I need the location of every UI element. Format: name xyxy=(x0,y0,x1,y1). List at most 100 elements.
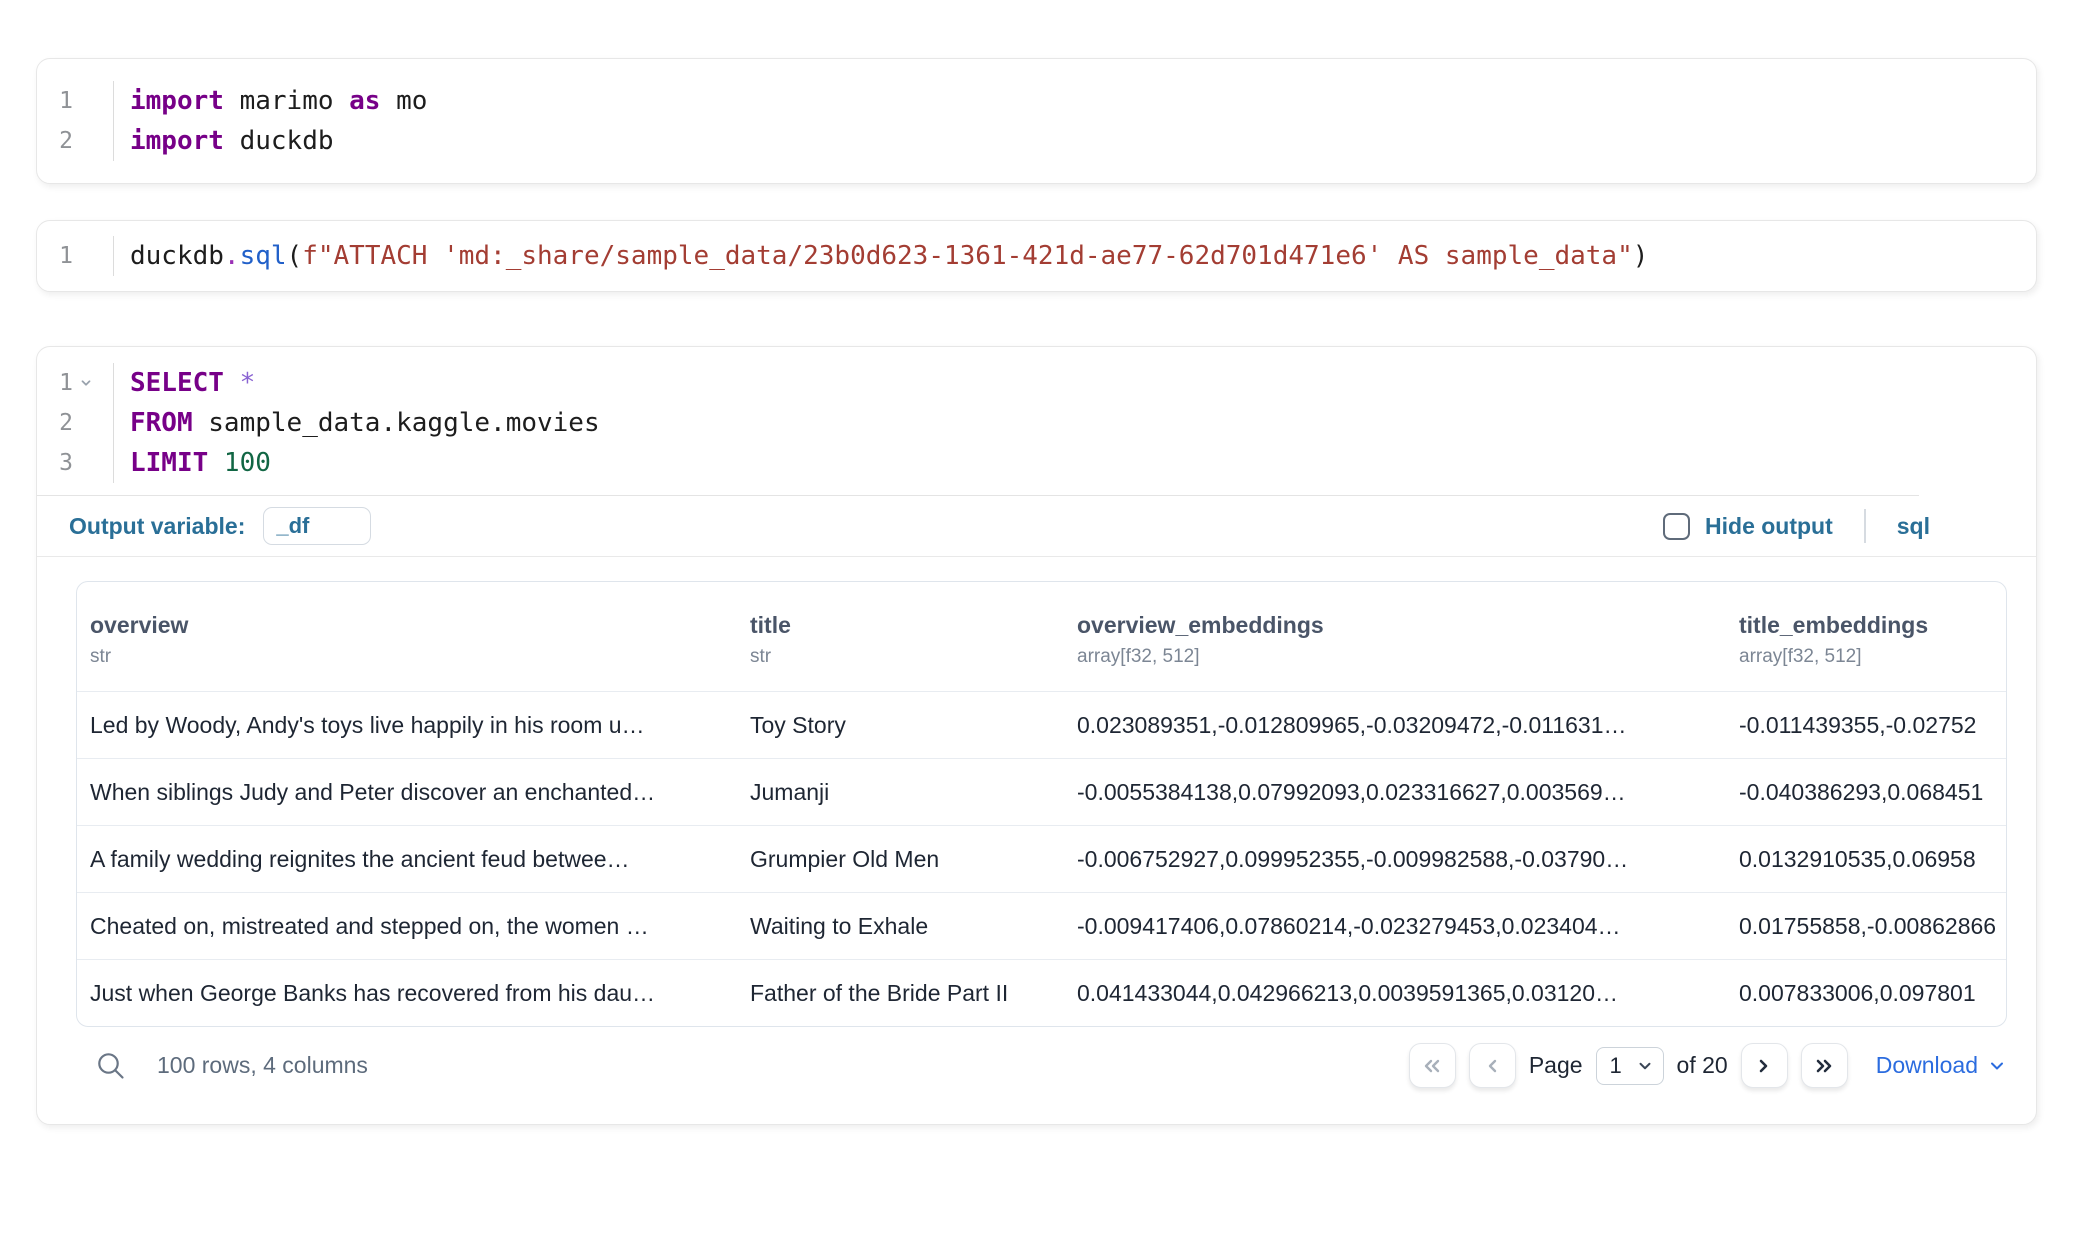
prev-page-button[interactable] xyxy=(1469,1043,1516,1088)
column-header-overview_embeddings[interactable]: overview_embeddingsarray[f32, 512] xyxy=(1077,610,1739,669)
table-status: 100 rows, 4 columns xyxy=(157,1052,368,1079)
page-total-label: of 20 xyxy=(1677,1052,1728,1079)
cell-overview_embeddings: -0.006752927,0.099952355,-0.009982588,-0… xyxy=(1077,846,1739,873)
chevron-right-icon xyxy=(1752,1054,1776,1078)
code-token: mo xyxy=(380,86,427,116)
line-number-gutter: 1 xyxy=(37,236,114,276)
first-page-button[interactable] xyxy=(1409,1043,1456,1088)
code-token: sample_data.kaggle.movies xyxy=(193,408,600,438)
cell-title: Jumanji xyxy=(750,779,1077,806)
line-number-gutter: 1 xyxy=(37,363,114,403)
column-name: overview_embeddings xyxy=(1077,610,1739,640)
code-line[interactable]: 1 import marimo as mo xyxy=(37,81,2036,121)
cell-title: Toy Story xyxy=(750,712,1077,739)
cell-title_embeddings: 0.007833006,0.097801 xyxy=(1739,980,2006,1007)
cell-overview: Just when George Banks has recovered fro… xyxy=(90,980,750,1007)
hide-output-checkbox[interactable] xyxy=(1663,513,1690,540)
line-number-gutter: 3 xyxy=(37,443,114,483)
line-number: 3 xyxy=(59,443,73,483)
line-number: 1 xyxy=(59,236,73,276)
cell-title_embeddings: -0.040386293,0.068451 xyxy=(1739,779,2006,806)
code-content: FROM sample_data.kaggle.movies xyxy=(114,403,600,443)
line-number-gutter: 2 xyxy=(37,121,114,161)
code-token: import xyxy=(130,126,224,156)
cell-imports: 1 import marimo as mo 2 import duckdb xyxy=(36,58,2037,184)
column-name: title xyxy=(750,610,1077,640)
code-token: as xyxy=(349,86,380,116)
cell-title_embeddings: -0.011439355,-0.02752 xyxy=(1739,712,2006,739)
marimo-notebook: { "colors": { "toolbar_accent": "#2a6f97… xyxy=(0,58,2086,1250)
code-token: SELECT xyxy=(130,368,224,398)
column-header-title_embeddings[interactable]: title_embeddings array[f32, 512] xyxy=(1739,610,2006,669)
column-dtype: str xyxy=(750,645,1077,669)
code-line[interactable]: 2 FROM sample_data.kaggle.movies xyxy=(37,403,2036,443)
cell-overview_embeddings: -0.0055384138,0.07992093,0.023316627,0.0… xyxy=(1077,779,1739,806)
code-token: marimo xyxy=(224,86,349,116)
download-button[interactable]: Download xyxy=(1876,1052,2007,1079)
table-row: Cheated on, mistreated and stepped on, t… xyxy=(77,892,2006,959)
cell-title_embeddings: 0.01755858,-0.00862866 xyxy=(1739,913,2006,940)
cell-overview: Led by Woody, Andy's toys live happily i… xyxy=(90,712,750,739)
line-number-gutter: 1 xyxy=(37,81,114,121)
chevron-down-icon xyxy=(1636,1057,1654,1075)
chevrons-left-icon xyxy=(1420,1054,1444,1078)
chevron-left-icon xyxy=(1480,1054,1504,1078)
table-row: Just when George Banks has recovered fro… xyxy=(77,959,2006,1026)
column-dtype: array[f32, 512] xyxy=(1739,645,2006,669)
hide-output-label[interactable]: Hide output xyxy=(1705,513,1833,540)
cell-output: overviewstrtitlestroverview_embeddingsar… xyxy=(37,557,2036,1124)
code-line[interactable]: 2 import duckdb xyxy=(37,121,2036,161)
column-name: title_embeddings xyxy=(1739,610,2006,640)
code-token: duckdb xyxy=(224,126,334,156)
fold-chevron-icon[interactable] xyxy=(73,376,99,390)
page-select[interactable]: 1 xyxy=(1596,1047,1664,1085)
line-number-gutter: 2 xyxy=(37,403,114,443)
last-page-button[interactable] xyxy=(1801,1043,1848,1088)
chevron-down-icon xyxy=(1987,1056,2007,1076)
code-line[interactable]: 1duckdb.sql(f"ATTACH 'md:_share/sample_d… xyxy=(37,236,2036,276)
code-token: ) xyxy=(1633,241,1649,271)
table-body: Led by Woody, Andy's toys live happily i… xyxy=(77,691,2006,1026)
code-token: import xyxy=(130,86,224,116)
code-token: sql xyxy=(240,241,287,271)
code-token: f"ATTACH 'md:_share/sample_data/23b0d623… xyxy=(302,241,1633,271)
column-dtype: str xyxy=(90,645,750,669)
code-line[interactable]: 1 SELECT * xyxy=(37,363,2036,403)
cell-overview: When siblings Judy and Peter discover an… xyxy=(90,779,750,806)
table-footer: 100 rows, 4 columns Page 1 xyxy=(76,1043,2007,1088)
code-editor-sql[interactable]: 1 SELECT * 2 FROM sample_data.kaggle.movies… xyxy=(37,347,2036,495)
cell-attach: 1duckdb.sql(f"ATTACH 'md:_share/sample_d… xyxy=(36,220,2037,292)
download-label: Download xyxy=(1876,1052,1978,1079)
column-header-title[interactable]: title str xyxy=(750,610,1077,669)
table-row: When siblings Judy and Peter discover an… xyxy=(77,758,2006,825)
page-select-value: 1 xyxy=(1610,1053,1622,1079)
output-variable-input[interactable] xyxy=(263,507,371,545)
cell-title: Father of the Bride Part II xyxy=(750,980,1077,1007)
cell-overview_embeddings: -0.009417406,0.07860214,-0.023279453,0.0… xyxy=(1077,913,1739,940)
cell-title: Waiting to Exhale xyxy=(750,913,1077,940)
output-variable-label: Output variable: xyxy=(69,513,245,540)
line-number: 1 xyxy=(59,81,73,121)
code-editor-attach[interactable]: 1duckdb.sql(f"ATTACH 'md:_share/sample_d… xyxy=(37,221,2036,291)
cell-overview: Cheated on, mistreated and stepped on, t… xyxy=(90,913,750,940)
code-token: duckdb xyxy=(130,241,224,271)
cell-overview_embeddings: 0.041433044,0.042966213,0.0039591365,0.0… xyxy=(1077,980,1739,1007)
code-token: * xyxy=(224,368,255,398)
cell-title: Grumpier Old Men xyxy=(750,846,1077,873)
table-row: A family wedding reignites the ancient f… xyxy=(77,825,2006,892)
code-content: import marimo as mo xyxy=(114,81,427,121)
column-header-overview[interactable]: overviewstr xyxy=(90,610,750,669)
code-line[interactable]: 3 LIMIT 100 xyxy=(37,443,2036,483)
page-label: Page xyxy=(1529,1052,1583,1079)
code-content: LIMIT 100 xyxy=(114,443,271,483)
language-badge[interactable]: sql xyxy=(1897,513,1930,540)
search-button[interactable] xyxy=(93,1048,129,1084)
line-number: 2 xyxy=(59,403,73,443)
table-row: Led by Woody, Andy's toys live happily i… xyxy=(77,691,2006,758)
next-page-button[interactable] xyxy=(1741,1043,1788,1088)
code-editor-imports[interactable]: 1 import marimo as mo 2 import duckdb xyxy=(37,59,2036,183)
line-number: 2 xyxy=(59,121,73,161)
code-token: . xyxy=(224,241,240,271)
cell-sql-query: 1 SELECT * 2 FROM sample_data.kaggle.movies… xyxy=(36,346,2037,1125)
code-content: import duckdb xyxy=(114,121,334,161)
